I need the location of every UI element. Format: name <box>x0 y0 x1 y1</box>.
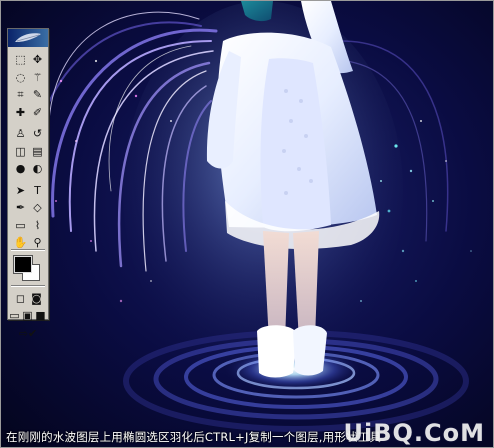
quick-mask-mode-icon[interactable]: ◙ <box>28 290 45 307</box>
screen-mode-standard-icon[interactable]: ▭ <box>8 307 21 324</box>
clone-stamp-tool-icon[interactable]: ♙ <box>12 125 29 142</box>
eyedropper-tool-icon[interactable]: ⌇ <box>29 217 46 234</box>
dodge-tool-icon[interactable]: ◐ <box>29 160 46 177</box>
notes-tool-icon[interactable]: ▭ <box>12 217 29 234</box>
healing-brush-tool-icon[interactable]: ✚ <box>12 104 29 121</box>
pen-tool-icon[interactable]: ✒ <box>12 199 29 216</box>
tutorial-caption: 在刚刚的水波图层上用椭圆选区羽化后CTRL+J复制一个图层,用形状工具 <box>6 430 382 444</box>
tools-palette-titlebar[interactable] <box>8 29 48 47</box>
blur-tool-icon[interactable]: ● <box>12 160 29 177</box>
photoshop-document-window: ⬚ ✥ ◌ ⚚ ⌗ ✎ ✚ ✐ ♙ ↺ ◫ ▤ ● ◐ ➤ T ✒ ◇ ▭ ⌇ ✋ ⚲ ◻ ◙ ▭ ▣ ■ ⇨✔ 在刚刚的… <box>0 0 494 448</box>
lasso-tool-icon[interactable]: ◌ <box>12 69 29 86</box>
crop-tool-icon[interactable]: ⌗ <box>12 86 29 103</box>
slice-tool-icon[interactable]: ✎ <box>29 86 46 103</box>
type-tool-icon[interactable]: T <box>29 182 46 199</box>
screen-mode-full-icon[interactable]: ■ <box>34 307 47 324</box>
marquee-tool-icon[interactable]: ⬚ <box>12 51 29 68</box>
shape-tool-icon[interactable]: ◇ <box>29 199 46 216</box>
standard-mode-icon[interactable]: ◻ <box>12 290 29 307</box>
screen-mode-menu-icon[interactable]: ▣ <box>21 307 34 324</box>
eraser-tool-icon[interactable]: ◫ <box>12 143 29 160</box>
history-brush-tool-icon[interactable]: ↺ <box>29 125 46 142</box>
jump-to-imageready-icon[interactable]: ⇨✔ <box>11 325 45 342</box>
move-tool-icon[interactable]: ✥ <box>29 51 46 68</box>
tools-palette: ⬚ ✥ ◌ ⚚ ⌗ ✎ ✚ ✐ ♙ ↺ ◫ ▤ ● ◐ ➤ T ✒ ◇ ▭ ⌇ ✋ ⚲ ◻ ◙ ▭ ▣ ■ ⇨✔ <box>7 28 49 339</box>
magic-wand-tool-icon[interactable]: ⚚ <box>29 69 46 86</box>
gradient-tool-icon[interactable]: ▤ <box>29 143 46 160</box>
brush-tool-icon[interactable]: ✐ <box>29 104 46 121</box>
document-canvas[interactable] <box>1 1 493 447</box>
foreground-color-swatch-top <box>14 256 32 273</box>
path-selection-tool-icon[interactable]: ➤ <box>12 182 29 199</box>
feather-logo-icon <box>15 33 41 42</box>
site-watermark: UiBQ.CoM <box>343 419 485 447</box>
